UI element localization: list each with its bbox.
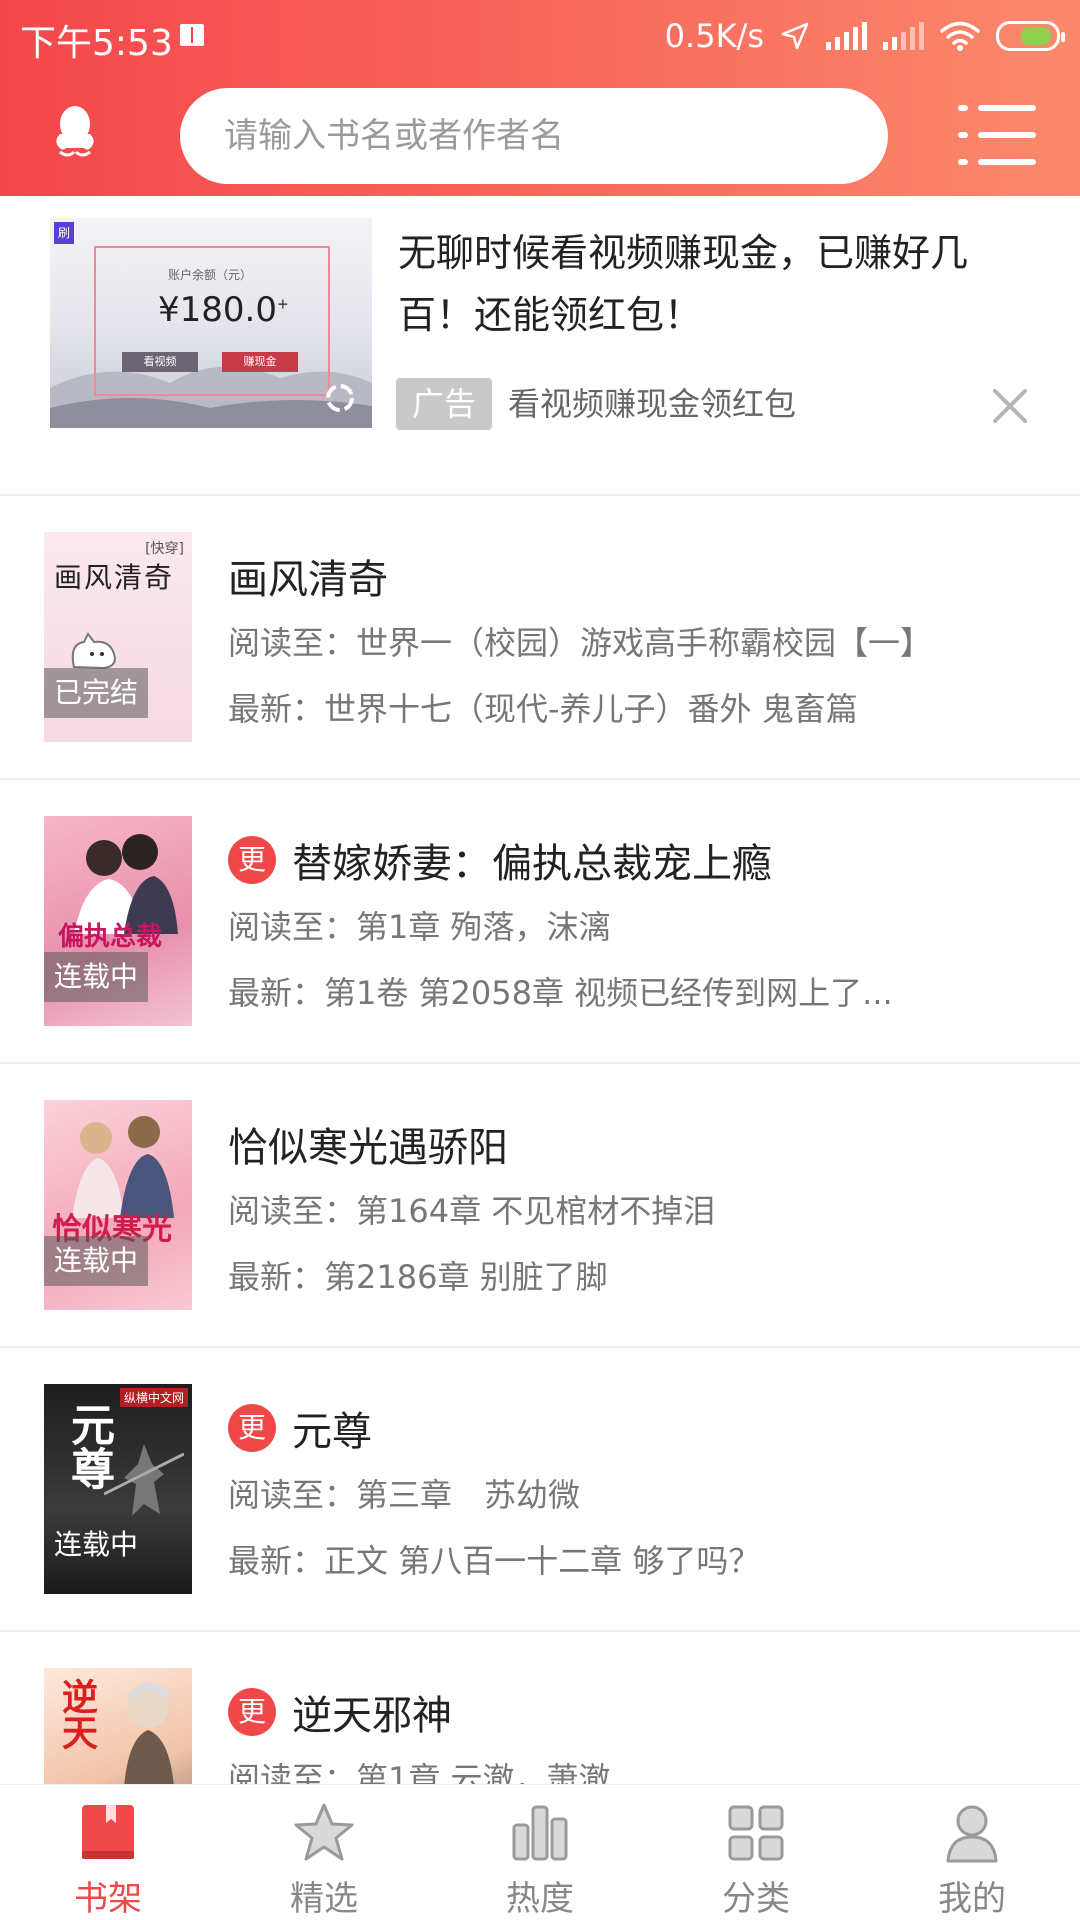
star-icon xyxy=(294,1803,354,1861)
ad-title[interactable]: 无聊时候看视频赚现金，已赚好几百！还能领红包！ xyxy=(398,222,1038,346)
ad-image[interactable]: 刷 账户余额（元） ¥180.0+ 看视频 赚现金 xyxy=(50,218,372,428)
menu-list-icon[interactable] xyxy=(958,102,1038,168)
wifi-icon xyxy=(940,21,980,51)
book-latest-chapter: 最新：世界十七（现代-养儿子）番外 鬼畜篇 xyxy=(228,690,858,728)
book-cover[interactable]: [快穿] 画风清奇 已完结 xyxy=(44,532,192,742)
update-badge: 更 xyxy=(228,1688,276,1736)
book-item[interactable]: 偏执总裁 连载中 更 替嫁娇妻：偏执总裁宠上瘾 阅读至：第1章 殉落，沫漓 最新… xyxy=(0,780,1080,1064)
nav-item-featured[interactable]: 精选 xyxy=(216,1785,432,1920)
book-status-badge: 连载中 xyxy=(44,952,149,1002)
book-title-row: 更 逆天邪神 xyxy=(228,1684,452,1740)
nav-item-popular[interactable]: 热度 xyxy=(432,1785,648,1920)
book-item[interactable]: 纵横中文网 元尊 连载中 更 元尊 阅读至：第三章 苏幼微 最新：正文 第八百一… xyxy=(0,1348,1080,1632)
cover-couple-illustration xyxy=(72,1116,174,1218)
location-arrow-icon xyxy=(781,22,809,50)
nav-item-category[interactable]: 分类 xyxy=(648,1785,864,1920)
grid-icon xyxy=(728,1805,784,1861)
refresh-icon xyxy=(326,384,354,412)
book-title: 恰似寒光遇骄阳 xyxy=(228,1125,508,1171)
book-title: 元尊 xyxy=(292,1409,372,1455)
book-title-row: 画风清奇 xyxy=(228,548,388,604)
bookshelf-icon xyxy=(82,1805,134,1859)
bar-chart-icon xyxy=(512,1805,568,1861)
status-indicators: 0.5K/s xyxy=(664,14,1065,58)
cat-illustration-icon xyxy=(71,632,116,670)
ad-balance-label: 账户余额（元） xyxy=(168,268,253,282)
bookshelf-list: [快穿] 画风清奇 已完结 画风清奇 阅读至：世界一（校园）游戏高手称霸校园【一… xyxy=(0,496,1080,1784)
ad-description: 看视频赚现金领红包 xyxy=(508,385,797,423)
book-status-badge: 连载中 xyxy=(44,1236,149,1286)
book-title-row: 恰似寒光遇骄阳 xyxy=(228,1116,508,1172)
book-read-progress: 阅读至：世界一（校园）游戏高手称霸校园【一】 xyxy=(228,624,933,662)
nav-item-bookshelf[interactable]: 书架 xyxy=(0,1785,216,1920)
book-status-badge: 连载中 xyxy=(54,1528,139,1561)
publisher-badge: 纵横中文网 xyxy=(119,1388,188,1407)
cover-text: 逆天 xyxy=(56,1678,97,1750)
nav-label: 热度 xyxy=(506,1879,574,1919)
book-read-progress: 阅读至：第164章 不见棺材不掉泪 xyxy=(228,1192,716,1230)
ad-watch-video-button: 看视频 xyxy=(122,352,198,372)
book-latest-chapter: 最新：第1卷 第2058章 视频已经传到网上了... xyxy=(228,974,893,1012)
cover-character-illustration xyxy=(124,1682,174,1784)
book-title: 逆天邪神 xyxy=(292,1693,452,1739)
book-item[interactable]: 恰似寒光 连载中 恰似寒光遇骄阳 阅读至：第164章 不见棺材不掉泪 最新：第2… xyxy=(0,1064,1080,1348)
ad-amount: ¥180.0+ xyxy=(158,290,289,330)
cover-tag: [快穿] xyxy=(145,541,184,557)
ad-tag: 广告 xyxy=(396,378,492,430)
update-badge: 更 xyxy=(228,1404,276,1452)
book-title: 替嫁娇妻：偏执总裁宠上瘾 xyxy=(292,841,772,887)
status-bar: 下午5:53 0.5K/s xyxy=(0,0,1080,74)
cover-text: 画风清奇 xyxy=(54,561,175,594)
book-title: 画风清奇 xyxy=(228,557,388,603)
book-cover[interactable]: 逆天 xyxy=(44,1668,192,1784)
app-header: 下午5:53 0.5K/s xyxy=(0,0,1080,196)
battery-icon xyxy=(996,21,1065,51)
user-icon xyxy=(946,1805,998,1863)
book-read-progress: 阅读至：第三章 苏幼微 xyxy=(228,1476,581,1514)
close-icon[interactable] xyxy=(990,386,1030,426)
signal-icon xyxy=(826,22,867,50)
cover-warrior-illustration xyxy=(104,1444,184,1516)
book-item[interactable]: [快穿] 画风清奇 已完结 画风清奇 阅读至：世界一（校园）游戏高手称霸校园【一… xyxy=(0,496,1080,780)
bottom-navigation: 书架 精选 热度 分类 我的 xyxy=(0,1784,1080,1920)
book-cover[interactable]: 纵横中文网 元尊 连载中 xyxy=(44,1384,192,1594)
nav-label: 精选 xyxy=(290,1879,358,1919)
book-latest-chapter: 最新：第2186章 别脏了脚 xyxy=(228,1258,608,1296)
search-input[interactable] xyxy=(180,88,888,184)
status-time: 下午5:53 xyxy=(20,23,173,64)
book-latest-chapter: 最新：正文 第八百一十二章 够了吗？ xyxy=(228,1542,761,1580)
book-title-row: 更 元尊 xyxy=(228,1400,372,1456)
cover-text: 偏执总裁 xyxy=(58,922,163,952)
reader-notification-icon xyxy=(180,24,204,46)
book-status-badge: 已完结 xyxy=(44,668,149,718)
ad-banner[interactable]: 刷 账户余额（元） ¥180.0+ 看视频 赚现金 无聊时候看视频赚现金，已赚好… xyxy=(0,196,1080,496)
book-cover[interactable]: 偏执总裁 连载中 xyxy=(44,816,192,1026)
nav-label: 书架 xyxy=(74,1879,142,1919)
book-read-progress: 阅读至：第1章 云澈，萧澈 xyxy=(228,1760,611,1784)
qq-profile-icon[interactable] xyxy=(50,104,100,158)
ad-app-badge: 刷 xyxy=(54,222,74,244)
update-badge: 更 xyxy=(228,836,276,884)
book-title-row: 更 替嫁娇妻：偏执总裁宠上瘾 xyxy=(228,832,772,888)
ad-earn-cash-button: 赚现金 xyxy=(222,352,298,372)
nav-label: 分类 xyxy=(722,1879,790,1919)
search-bar[interactable] xyxy=(180,88,888,184)
book-read-progress: 阅读至：第1章 殉落，沫漓 xyxy=(228,908,611,946)
network-speed: 0.5K/s xyxy=(664,17,764,55)
nav-item-profile[interactable]: 我的 xyxy=(864,1785,1080,1920)
nav-label: 我的 xyxy=(938,1879,1006,1919)
signal-secondary-icon xyxy=(883,22,924,50)
book-item[interactable]: 逆天 更 逆天邪神 阅读至：第1章 云澈，萧澈 xyxy=(0,1632,1080,1784)
book-cover[interactable]: 恰似寒光 连载中 xyxy=(44,1100,192,1310)
